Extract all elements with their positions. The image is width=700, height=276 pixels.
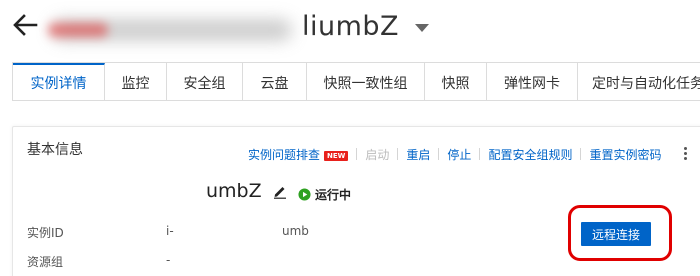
instance-name: umbZ — [206, 180, 288, 202]
status-badge: 运行中 — [298, 186, 351, 203]
title-suffix: liumbZ — [302, 10, 400, 42]
instance-name-text: umbZ — [206, 180, 262, 202]
stop-link[interactable]: 停止 — [447, 146, 471, 163]
tab-monitoring[interactable]: 监控 — [105, 63, 167, 100]
tab-snapshot[interactable]: 快照 — [425, 63, 487, 100]
play-circle-icon — [298, 188, 311, 201]
tab-security-group[interactable]: 安全组 — [167, 63, 243, 100]
instance-id-suffix: umb — [282, 224, 309, 238]
remote-connect-button[interactable]: 远程连接 — [581, 222, 651, 246]
resource-group-label: 资源组 — [27, 255, 64, 269]
new-badge: NEW — [324, 150, 349, 161]
diagnose-link[interactable]: 实例问题排查 NEW — [248, 146, 349, 163]
start-link: 启动 — [365, 147, 390, 162]
divider — [397, 148, 399, 160]
more-vertical-icon[interactable] — [680, 145, 690, 163]
divider — [356, 148, 358, 160]
action-bar: 实例问题排查 NEW 启动 重启 停止 配置安全组规则 重置实例密码 — [248, 145, 661, 163]
divider — [438, 148, 440, 160]
instance-id-label: 实例ID — [27, 226, 64, 240]
tab-elastic-nic[interactable]: 弹性网卡 — [487, 63, 578, 100]
reset-password-link[interactable]: 重置实例密码 — [589, 146, 661, 163]
resource-group-value: - — [166, 253, 171, 267]
instance-title: liumbZ — [48, 4, 430, 48]
tab-snapshot-consistency-group[interactable]: 快照一致性组 — [307, 63, 425, 100]
divider — [479, 148, 481, 160]
tab-scheduled-tasks[interactable]: 定时与自动化任务 — [578, 63, 700, 100]
tab-cloud-disk[interactable]: 云盘 — [243, 63, 307, 100]
section-title: 基本信息 — [27, 142, 83, 158]
divider — [580, 148, 582, 160]
arrow-left-icon[interactable] — [10, 10, 40, 40]
instance-id-prefix: i- — [166, 224, 174, 238]
tab-bar: 实例详情 监控 安全组 云盘 快照一致性组 快照 弹性网卡 定时与自动化任务 — [12, 62, 700, 101]
pencil-icon[interactable] — [272, 183, 288, 199]
tab-instance-details[interactable]: 实例详情 — [13, 63, 105, 100]
configure-security-rules-link[interactable]: 配置安全组规则 — [488, 146, 572, 163]
restart-link[interactable]: 重启 — [406, 146, 430, 163]
redacted-text — [48, 9, 300, 43]
status-text: 运行中 — [315, 188, 352, 202]
caret-down-icon[interactable] — [415, 24, 430, 32]
